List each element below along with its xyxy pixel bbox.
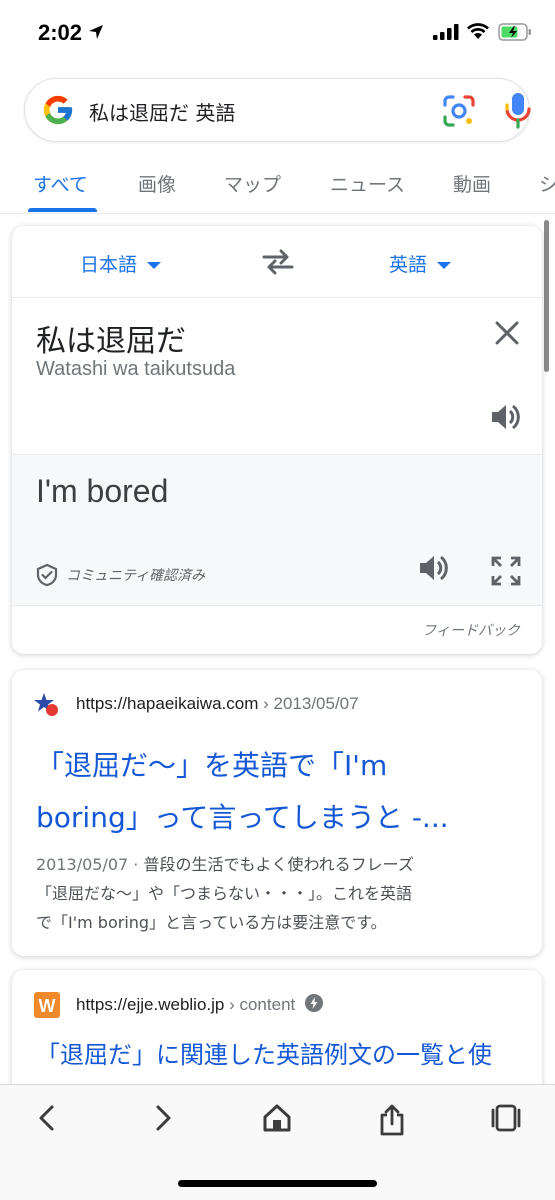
chevron-down-icon [147, 262, 162, 269]
amp-lightning-icon [305, 994, 324, 1017]
source-text-area[interactable]: 私は退屈だ Watashi wa taikutsuda [12, 298, 542, 454]
wifi-icon [466, 22, 490, 44]
source-language-select[interactable]: 日本語 [80, 250, 162, 277]
tabs-icon[interactable] [490, 1103, 522, 1137]
result-title-link[interactable]: 「退屈だ〜」を英語で「I'm boring」って言ってしまうと -... [36, 740, 526, 844]
community-verified-label: コミュニティ確認済み [66, 568, 206, 584]
source-text[interactable]: 私は退屈だ [36, 316, 186, 360]
search-bar[interactable]: 私は退屈だ 英語 [24, 78, 533, 142]
result-title-line: boring」って言ってしまうと -... [36, 801, 449, 834]
home-indicator[interactable] [178, 1180, 377, 1187]
tab-news[interactable]: ニュース [330, 170, 405, 197]
tab-all[interactable]: すべて [33, 170, 88, 197]
share-icon[interactable] [378, 1103, 406, 1141]
chevron-down-icon [437, 262, 452, 269]
home-icon[interactable] [262, 1103, 292, 1137]
clear-text-icon[interactable] [494, 320, 520, 350]
translation-result-area: I'm bored コミュニティ確認済み [12, 454, 542, 606]
tab-videos[interactable]: 動画 [453, 170, 491, 197]
result-snippet: 2013/05/07 · 普段の生活でもよく使われるフレーズ 「退屈だな〜」や「… [36, 850, 526, 937]
google-logo-icon[interactable] [41, 93, 75, 131]
speaker-icon[interactable] [418, 553, 450, 587]
status-time: 2:02 [38, 20, 83, 45]
tab-maps[interactable]: マップ [224, 170, 281, 197]
snippet-line: 「退屈だな〜」や「つまらない・・・」。これを英語 [36, 884, 413, 903]
screen: 2:02 私は退屈だ 英語 すべて 画像 マップ ニュース 動画 日本語 英語 … [0, 0, 555, 1200]
cellular-signal-icon [433, 24, 459, 44]
search-tabs: すべて 画像 マップ ニュース 動画 シ [0, 150, 555, 214]
result-site: https://hapaeikaiwa.com [76, 694, 259, 713]
speaker-icon[interactable] [490, 402, 522, 436]
snippet-line: で「I'm boring」と言っている方は要注意です。 [36, 913, 387, 932]
voice-search-mic-icon[interactable] [503, 91, 533, 135]
transliteration: Watashi wa taikutsuda [36, 358, 236, 380]
forward-arrow-icon[interactable] [152, 1103, 174, 1137]
search-query[interactable]: 私は退屈だ 英語 [89, 97, 235, 126]
source-language-label: 日本語 [80, 254, 138, 276]
target-language-select[interactable]: 英語 [389, 250, 452, 277]
result-title-line: 「退屈だ」に関連した英語例文の一覧と使 [36, 1041, 492, 1069]
tab-images[interactable]: 画像 [138, 170, 176, 197]
translation-result: I'm bored [36, 473, 169, 509]
swap-languages-icon[interactable] [262, 248, 294, 280]
target-language-label: 英語 [389, 254, 428, 276]
google-lens-icon[interactable] [441, 93, 477, 133]
snippet-date: 2013/05/07 · [36, 855, 144, 874]
snippet-line: 普段の生活でもよく使われるフレーズ [143, 855, 414, 874]
location-arrow-icon [88, 24, 104, 44]
result-url[interactable]: https://hapaeikaiwa.com › 2013/05/07 [76, 694, 359, 714]
weblio-favicon-icon: W [34, 992, 60, 1018]
result-title-line: 「退屈だ〜」を英語で「I'm [36, 749, 388, 782]
back-arrow-icon[interactable] [36, 1103, 58, 1137]
active-tab-indicator [28, 208, 97, 212]
status-bar: 2:02 [0, 0, 555, 66]
result-path: › 2013/05/07 [258, 694, 359, 713]
search-result-card[interactable]: https://hapaeikaiwa.com › 2013/05/07 「退屈… [12, 670, 542, 956]
tab-more[interactable]: シ [539, 170, 555, 197]
language-selector-row: 日本語 英語 [12, 226, 542, 298]
result-site: https://ejje.weblio.jp [76, 994, 225, 1014]
shield-check-icon [36, 563, 58, 591]
result-url[interactable]: https://ejje.weblio.jp › content [76, 994, 324, 1017]
result-path: › content [224, 994, 296, 1014]
translate-card: 日本語 英語 私は退屈だ Watashi wa taikutsuda I'm b… [12, 226, 542, 654]
feedback-link[interactable]: フィードバック [422, 620, 520, 640]
fullscreen-expand-icon[interactable] [490, 555, 522, 591]
favicon-letter: W [39, 996, 56, 1016]
battery-charging-icon [498, 23, 532, 45]
scrollbar[interactable] [544, 220, 549, 372]
hapaeikaiwa-favicon-icon [34, 692, 60, 718]
